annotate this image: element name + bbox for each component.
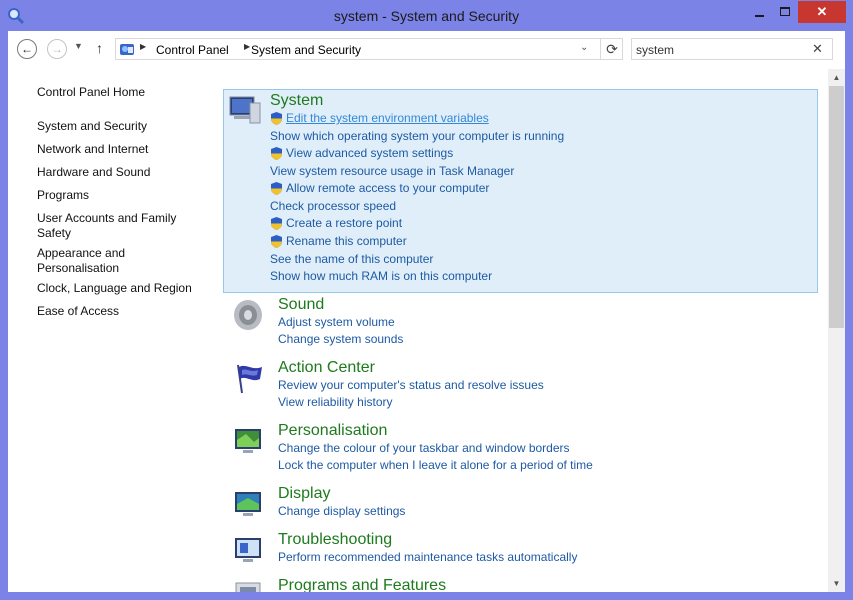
- breadcrumb-system-and-security[interactable]: System and Security: [251, 43, 361, 57]
- breadcrumb-control-panel[interactable]: Control Panel: [156, 43, 229, 57]
- close-button[interactable]: ✕: [798, 1, 846, 23]
- back-arrow-icon: ←: [21, 42, 33, 56]
- maximize-button[interactable]: [772, 1, 798, 23]
- window-title: system - System and Security: [333, 8, 520, 24]
- speaker-icon[interactable]: [231, 298, 265, 332]
- task-link[interactable]: Edit the system environment variables: [286, 111, 489, 126]
- scroll-thumb[interactable]: [829, 86, 844, 328]
- minimize-button[interactable]: [746, 1, 772, 23]
- address-bar[interactable]: ▶ Control Panel ▶ System and Security ⌄ …: [115, 38, 623, 60]
- task-link[interactable]: Show how much RAM is on this computer: [270, 269, 492, 284]
- scroll-up-icon[interactable]: ▲: [828, 69, 845, 86]
- task-link[interactable]: Allow remote access to your computer: [286, 181, 489, 196]
- sidebar-item-control-panel-home[interactable]: Control Panel Home: [37, 85, 207, 100]
- task-link[interactable]: View advanced system settings: [286, 146, 453, 161]
- task-link[interactable]: Adjust system volume: [278, 315, 395, 330]
- category-title-display[interactable]: Display: [278, 485, 330, 503]
- programs-icon[interactable]: [232, 579, 266, 592]
- up-button[interactable]: ↑: [96, 40, 103, 56]
- main-content: System Edit the system environment varia…: [218, 69, 828, 592]
- task-link[interactable]: Rename this computer: [286, 234, 407, 249]
- breadcrumb-separator-icon[interactable]: ▶: [140, 42, 146, 51]
- breadcrumb-separator-icon[interactable]: ▶: [244, 42, 250, 51]
- category-title-troubleshooting[interactable]: Troubleshooting: [278, 531, 392, 549]
- sidebar-item-clock-language-region[interactable]: Clock, Language and Region: [37, 281, 207, 296]
- category-title-personalisation[interactable]: Personalisation: [278, 422, 387, 440]
- address-dropdown-icon[interactable]: ⌄: [580, 42, 588, 53]
- personalisation-icon[interactable]: [232, 424, 266, 458]
- title-bar: system - System and Security ✕: [0, 0, 853, 32]
- category-title-system[interactable]: System: [270, 92, 323, 110]
- category-title-sound[interactable]: Sound: [278, 296, 324, 314]
- sidebar-item-ease-of-access[interactable]: Ease of Access: [37, 304, 207, 319]
- maximize-icon: [780, 7, 790, 16]
- refresh-button[interactable]: ⟳: [600, 38, 623, 60]
- troubleshooting-icon[interactable]: [232, 533, 266, 567]
- uac-shield-icon: [271, 235, 282, 248]
- scroll-down-icon[interactable]: ▼: [828, 575, 845, 592]
- sidebar-item-system-and-security[interactable]: System and Security: [37, 119, 207, 134]
- task-link[interactable]: Create a restore point: [286, 216, 402, 231]
- sidebar: Control Panel Home System and Security N…: [8, 69, 218, 592]
- task-link[interactable]: Show which operating system your compute…: [270, 129, 564, 144]
- category-system: System Edit the system environment varia…: [223, 89, 818, 293]
- flag-icon[interactable]: [232, 361, 266, 395]
- recent-locations-dropdown[interactable]: ▼: [74, 41, 83, 51]
- uac-shield-icon: [271, 217, 282, 230]
- task-link[interactable]: See the name of this computer: [270, 252, 433, 267]
- vertical-scrollbar[interactable]: ▲ ▼: [828, 69, 845, 592]
- uac-shield-icon: [271, 147, 282, 160]
- sidebar-item-programs[interactable]: Programs: [37, 188, 207, 203]
- sidebar-item-network-and-internet[interactable]: Network and Internet: [37, 142, 207, 157]
- computer-icon[interactable]: [228, 93, 262, 127]
- search-box[interactable]: ✕: [631, 38, 833, 60]
- uac-shield-icon: [271, 112, 282, 125]
- task-link[interactable]: View system resource usage in Task Manag…: [270, 164, 514, 179]
- task-link[interactable]: Review your computer's status and resolv…: [278, 378, 544, 393]
- task-link[interactable]: Change the colour of your taskbar and wi…: [278, 441, 570, 456]
- task-link[interactable]: Change system sounds: [278, 332, 403, 347]
- category-title-programs-and-features[interactable]: Programs and Features: [278, 577, 446, 592]
- clear-search-icon[interactable]: ✕: [812, 41, 823, 57]
- task-link[interactable]: Check processor speed: [270, 199, 396, 214]
- task-link[interactable]: Perform recommended maintenance tasks au…: [278, 550, 577, 565]
- forward-button[interactable]: →: [47, 39, 67, 59]
- sidebar-item-hardware-and-sound[interactable]: Hardware and Sound: [37, 165, 207, 180]
- sidebar-item-user-accounts[interactable]: User Accounts and Family Safety: [37, 211, 187, 241]
- category-sound: Sound Adjust system volume Change system…: [218, 294, 818, 354]
- back-button[interactable]: ←: [17, 39, 37, 59]
- category-programs-and-features: Programs and Features: [218, 575, 818, 592]
- forward-arrow-icon: →: [51, 42, 63, 56]
- minimize-icon: [755, 15, 764, 17]
- task-link[interactable]: Lock the computer when I leave it alone …: [278, 458, 593, 473]
- search-input[interactable]: [636, 42, 806, 57]
- control-panel-icon: [120, 44, 134, 55]
- display-icon[interactable]: [232, 487, 266, 521]
- sidebar-item-appearance[interactable]: Appearance and Personalisation: [37, 246, 147, 276]
- category-personalisation: Personalisation Change the colour of you…: [218, 420, 818, 480]
- category-action-center: Action Center Review your computer's sta…: [218, 357, 818, 417]
- task-link[interactable]: View reliability history: [278, 395, 393, 410]
- category-display: Display Change display settings: [218, 483, 818, 528]
- navigation-bar: ← → ▼ ↑ ▶ Control Panel ▶ System and Sec…: [8, 31, 845, 69]
- category-title-action-center[interactable]: Action Center: [278, 359, 375, 377]
- uac-shield-icon: [271, 182, 282, 195]
- task-link[interactable]: Change display settings: [278, 504, 405, 519]
- window-client-area: ← → ▼ ↑ ▶ Control Panel ▶ System and Sec…: [8, 31, 845, 592]
- category-troubleshooting: Troubleshooting Perform recommended main…: [218, 529, 818, 574]
